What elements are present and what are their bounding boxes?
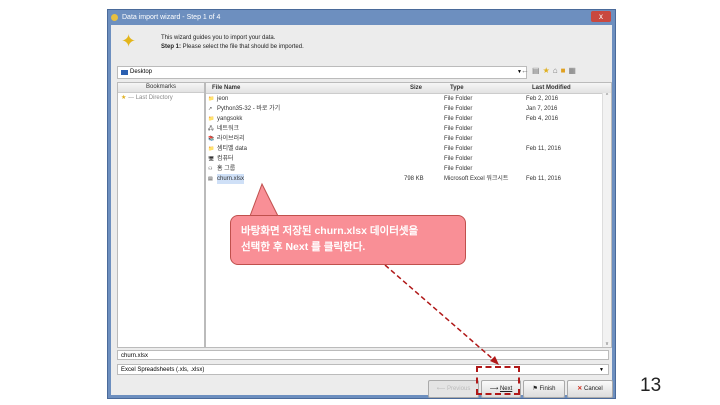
- annotation-overlay: [249, 182, 499, 365]
- dashed-arrow: [384, 264, 495, 361]
- callout-line-2: 선택한 후 Next 를 클릭한다.: [241, 241, 366, 253]
- next-highlight-box: [476, 366, 520, 395]
- callout-box: 바탕화면 저장된 churn.xlsx 데이터셋을선택한 후 Next 를 클릭…: [230, 215, 466, 265]
- callout-line-1: 바탕화면 저장된 churn.xlsx 데이터셋을: [241, 225, 419, 237]
- callout-tail: [249, 182, 279, 217]
